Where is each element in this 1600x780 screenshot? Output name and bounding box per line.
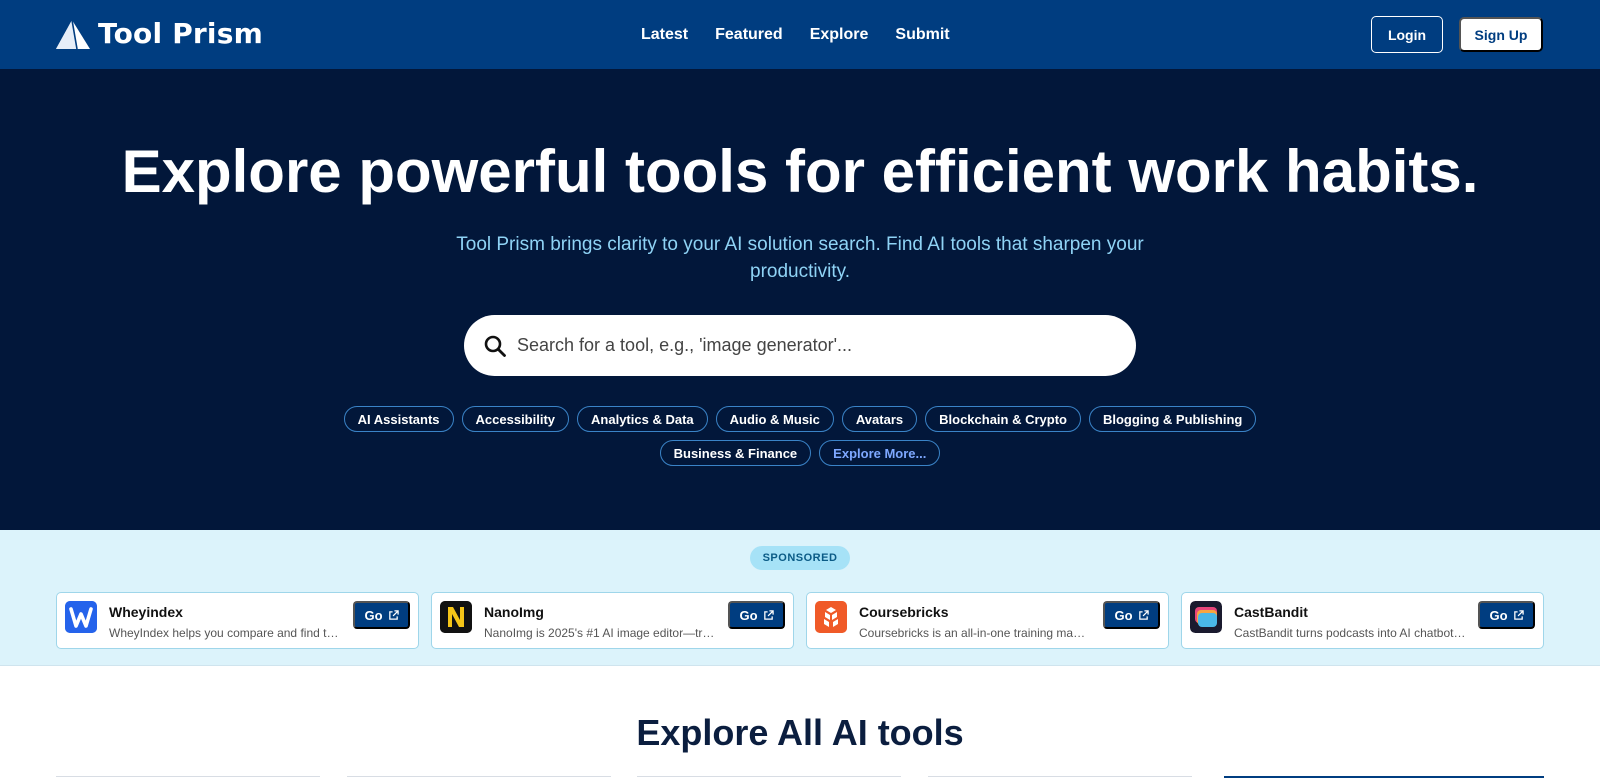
- go-label: Go: [1114, 607, 1133, 623]
- category-tag-audio-music[interactable]: Audio & Music: [715, 406, 834, 432]
- external-link-icon: [1138, 609, 1149, 620]
- sponsored-card-name: NanoImg: [484, 604, 544, 620]
- tool-card-edge: [56, 776, 320, 780]
- search-input[interactable]: [517, 335, 1117, 356]
- sponsored-card-castbandit[interactable]: CastBandit CastBandit turns podcasts int…: [1181, 592, 1544, 649]
- hero-title: Explore powerful tools for efficient wor…: [121, 138, 1479, 205]
- go-button[interactable]: Go: [728, 601, 785, 629]
- nav-link-submit[interactable]: Submit: [895, 26, 949, 44]
- castbandit-logo-icon: [1190, 601, 1222, 633]
- category-tag-business-finance[interactable]: Business & Finance: [659, 440, 812, 466]
- sponsored-card-name: Wheyindex: [109, 604, 183, 620]
- nanoimg-logo: [440, 601, 472, 633]
- signup-button[interactable]: Sign Up: [1459, 17, 1543, 52]
- external-link-icon: [388, 609, 399, 620]
- go-button[interactable]: Go: [353, 601, 410, 629]
- coursebricks-logo-icon: [815, 601, 847, 633]
- sponsored-card-description: CastBandit turns podcasts into AI chatbo…: [1234, 626, 1466, 640]
- castbandit-logo: [1190, 601, 1222, 633]
- sponsored-card-description: NanoImg is 2025's #1 AI image editor—tra…: [484, 626, 716, 640]
- sponsored-card-coursebricks[interactable]: Coursebricks Coursebricks is an all-in-o…: [806, 592, 1169, 649]
- explore-section-title: Explore All AI tools: [636, 712, 964, 753]
- category-tag-blockchain-crypto[interactable]: Blockchain & Crypto: [925, 406, 1081, 432]
- category-tag-blogging-publishing[interactable]: Blogging & Publishing: [1088, 406, 1257, 432]
- go-label: Go: [739, 607, 758, 623]
- nav-link-latest[interactable]: Latest: [641, 26, 688, 44]
- sponsored-card-name: Coursebricks: [859, 604, 949, 620]
- external-link-icon: [763, 609, 774, 620]
- category-tag-avatars[interactable]: Avatars: [841, 406, 918, 432]
- tool-card-edge: [928, 776, 1192, 780]
- nanoimg-logo-icon: [440, 601, 472, 633]
- category-tag-accessibility[interactable]: Accessibility: [461, 406, 570, 432]
- sponsored-card-name: CastBandit: [1234, 604, 1308, 620]
- sponsored-card-nanoimg[interactable]: NanoImg NanoImg is 2025's #1 AI image ed…: [431, 592, 794, 649]
- explore-more-link[interactable]: Explore More...: [819, 440, 941, 466]
- go-label: Go: [1489, 607, 1508, 623]
- tool-card-edge: [1224, 776, 1544, 780]
- sponsored-card-description: WheyIndex helps you compare and find the…: [109, 626, 341, 640]
- category-tags-row-1: AI Assistants Accessibility Analytics & …: [0, 406, 1600, 432]
- go-button[interactable]: Go: [1478, 601, 1535, 629]
- category-tag-analytics-data[interactable]: Analytics & Data: [577, 406, 708, 432]
- external-link-icon: [1513, 609, 1524, 620]
- search-icon: [484, 335, 506, 357]
- sponsored-section: SPONSORED Wheyindex WheyIndex helps you …: [0, 530, 1600, 666]
- coursebricks-logo: [815, 601, 847, 633]
- go-label: Go: [364, 607, 383, 623]
- search-box[interactable]: [464, 315, 1136, 376]
- brand-name: Tool Prism: [98, 17, 263, 50]
- wheyindex-logo: [65, 601, 97, 633]
- sponsored-card-wheyindex[interactable]: Wheyindex WheyIndex helps you compare an…: [56, 592, 419, 649]
- sponsored-badge: SPONSORED: [750, 546, 850, 570]
- sponsored-card-description: Coursebricks is an all-in-one training m…: [859, 626, 1091, 640]
- login-button[interactable]: Login: [1371, 16, 1443, 53]
- main-nav: Latest Featured Explore Submit: [641, 0, 977, 69]
- brand-link[interactable]: Tool Prism: [55, 17, 263, 51]
- category-tag-ai-assistants[interactable]: AI Assistants: [343, 406, 454, 432]
- category-tags-row-2: Business & Finance Explore More...: [0, 440, 1600, 466]
- nav-link-explore[interactable]: Explore: [810, 26, 869, 44]
- go-button[interactable]: Go: [1103, 601, 1160, 629]
- hero-subtitle: Tool Prism brings clarity to your AI sol…: [456, 234, 1144, 282]
- hero-section: Explore powerful tools for efficient wor…: [0, 69, 1600, 530]
- tool-card-edge: [347, 776, 611, 780]
- prism-logo-icon: [56, 19, 90, 50]
- nav-link-featured[interactable]: Featured: [715, 26, 783, 44]
- tool-card-edge: [637, 776, 901, 780]
- top-navbar: Tool Prism Latest Featured Explore Submi…: [0, 0, 1600, 69]
- wheyindex-logo-icon: [65, 601, 97, 633]
